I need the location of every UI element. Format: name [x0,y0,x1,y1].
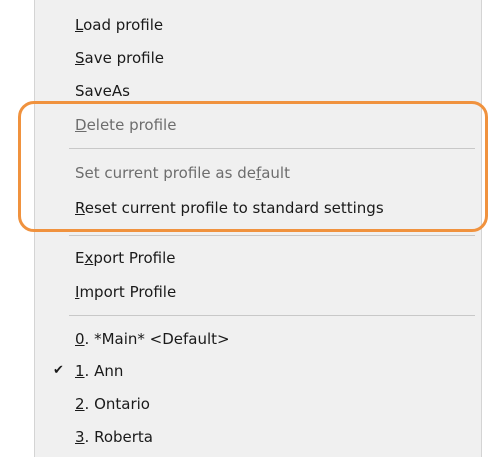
menu-item-accelerator: 3 [75,428,85,446]
menu-item-save-profile[interactable]: Save profile [75,43,164,73]
menu-separator [69,148,475,149]
menu-item-text: . Roberta [84,428,153,446]
menu-item-export-profile[interactable]: Export Profile [75,243,176,273]
menu-item-save-as[interactable]: SaveAs [75,76,130,106]
menu-item-set-default: Set current profile as default [75,158,290,188]
menu-item-accelerator: 0 [75,330,85,348]
menu-item-delete-profile: Delete profile [75,110,176,140]
menu-item-profile-roberta[interactable]: 3. Roberta [75,422,153,452]
menu-item-text: ault [261,164,290,182]
menu-item-accelerator: D [75,116,87,134]
menu-item-text: . Ontario [84,395,150,413]
menu-item-accelerator: S [75,49,85,67]
menu-item-accelerator: L [75,16,84,34]
menu-item-import-profile[interactable]: Import Profile [75,277,176,307]
menu-item-accelerator: 2 [75,395,85,413]
menu-item-text: Set current profile as de [75,164,256,182]
checkmark-icon: ✔ [53,363,64,378]
menu-separator [69,315,475,316]
menu-item-text: mport Profile [79,283,177,301]
menu-item-accelerator: 1 [75,362,85,380]
menu-item-load-profile[interactable]: Load profile [75,10,163,40]
menu-item-text: ave profile [84,49,164,67]
menu-item-profile-main[interactable]: 0. *Main* <Default> [75,324,230,354]
menu-item-profile-ann[interactable]: 1. Ann [75,356,123,386]
menu-item-text: eset current profile to standard setting… [84,199,384,217]
menu-item-text: . *Main* <Default> [84,330,230,348]
menu-item-text: port Profile [93,249,176,267]
menu-item-reset-profile[interactable]: Reset current profile to standard settin… [75,193,384,223]
menu-separator [69,235,475,236]
menu-item-text: oad profile [83,16,164,34]
menu-item-accelerator: R [75,199,85,217]
menu-item-text: . Ann [84,362,124,380]
menu-item-text: elete profile [86,116,177,134]
menu-item-profile-ontario[interactable]: 2. Ontario [75,389,150,419]
menu-item-text: SaveAs [75,82,130,100]
profile-context-menu: Load profile Save profile SaveAs Delete … [34,0,482,457]
